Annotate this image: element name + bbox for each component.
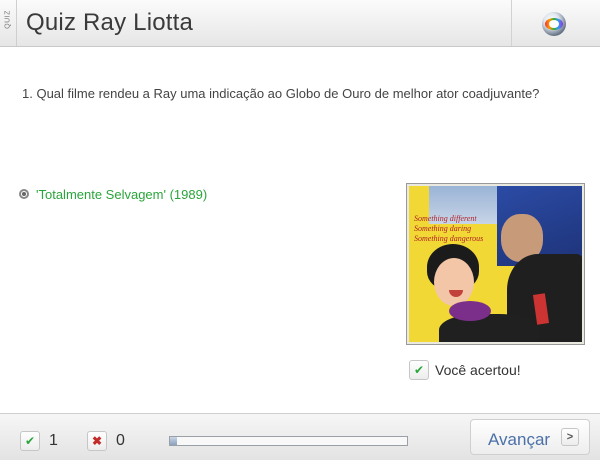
quiz-side-tab: QUIZ (0, 0, 17, 46)
globo-logo-icon (542, 12, 566, 36)
radio-selected-icon[interactable] (19, 189, 29, 199)
wrong-counter: ✖ 0 (87, 431, 125, 451)
header-bar: QUIZ Quiz Ray Liotta (0, 0, 600, 47)
movie-poster-image: Something different Something daring Som… (406, 183, 585, 345)
question-text: 1. Qual filme rendeu a Ray uma indicação… (22, 86, 540, 101)
answer-option-label: 'Totalmente Selvagem' (1989) (36, 186, 208, 202)
correct-count: 1 (49, 432, 58, 449)
footer-bar: ✔ 1 ✖ 0 Avançar > (0, 413, 600, 460)
progress-bar (169, 436, 408, 446)
next-button[interactable]: Avançar > (470, 419, 590, 455)
chevron-right-icon: > (561, 428, 579, 446)
wrong-count: 0 (116, 432, 125, 449)
progress-fill (170, 437, 178, 445)
check-icon: ✔ (20, 431, 40, 451)
result-message: ✔ Você acertou! (409, 360, 521, 380)
page-title: Quiz Ray Liotta (26, 9, 194, 36)
answer-option[interactable]: 'Totalmente Selvagem' (1989) (19, 186, 207, 202)
logo-area (511, 0, 600, 46)
poster-tagline: Something different Something daring Som… (414, 214, 484, 243)
result-text: Você acertou! (435, 362, 521, 378)
correct-counter: ✔ 1 (20, 431, 58, 451)
x-icon: ✖ (87, 431, 107, 451)
check-icon: ✔ (409, 360, 429, 380)
next-button-label: Avançar (488, 430, 551, 449)
quiz-side-label: QUIZ (4, 10, 12, 29)
